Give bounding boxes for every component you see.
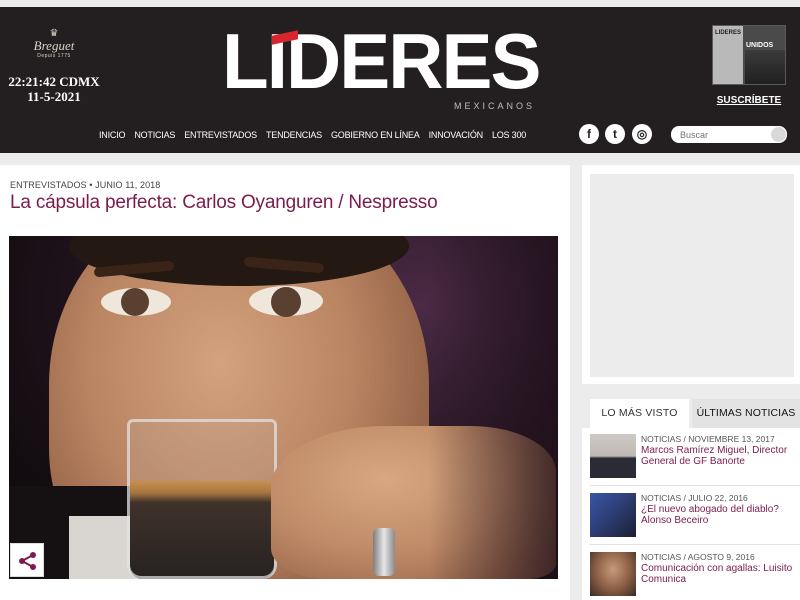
item-divider: [590, 485, 800, 486]
ad-box: [582, 165, 800, 384]
item-title[interactable]: ¿El nuevo abogado del diablo? Alonso Bec…: [641, 504, 800, 526]
nav-item-gobierno[interactable]: GOBIERNO EN LÍNEA: [331, 128, 420, 142]
article-main: ENTREVISTADOS • JUNIO 11, 2018 La cápsul…: [0, 165, 570, 600]
logo-text: LIDERES: [222, 17, 542, 105]
breguet-sub: Depuis 1775: [37, 53, 71, 59]
article-title: La cápsula perfecta: Carlos Oyanguren / …: [10, 192, 438, 213]
magazine-cover[interactable]: LIDERES UNIDOS: [712, 25, 786, 85]
breguet-logo[interactable]: ♛ Breguet Depuis 1775: [22, 29, 86, 69]
search-input[interactable]: [671, 126, 787, 143]
item-divider: [590, 544, 800, 545]
subscribe-link[interactable]: SUSCRÍBETE: [712, 95, 786, 106]
cover-figures: [745, 50, 785, 84]
clock-time: 22:21:42 CDMX: [8, 74, 100, 89]
photo-glass: [127, 419, 277, 579]
item-meta: NOTICIAS / NOVIEMBRE 13, 2017: [641, 434, 775, 444]
article-date: JUNIO 11, 2018: [95, 180, 161, 190]
article-category[interactable]: ENTREVISTADOS: [10, 180, 87, 190]
item-meta: NOTICIAS / AGOSTO 9, 2016: [641, 552, 755, 562]
search-button[interactable]: [771, 127, 786, 142]
list-item[interactable]: NOTICIAS / NOVIEMBRE 13, 2017 Marcos Ram…: [590, 430, 800, 486]
photo-iris-right: [271, 287, 301, 317]
item-thumbnail[interactable]: [590, 552, 636, 596]
item-thumbnail[interactable]: [590, 434, 636, 478]
nav-item-entrevistados[interactable]: ENTREVISTADOS: [184, 128, 257, 142]
article-photo: [9, 236, 558, 579]
logo-subtitle: MEXICANOS: [454, 101, 536, 111]
popular-widget: LO MÁS VISTO ÚLTIMAS NOTICIAS NOTICIAS /…: [582, 398, 800, 600]
top-strip: [0, 0, 800, 7]
cover-title-2: UNIDOS: [746, 42, 774, 49]
breguet-name: Breguet: [33, 38, 75, 53]
facebook-icon[interactable]: f: [579, 124, 599, 144]
tab-ultimas-noticias[interactable]: ÚLTIMAS NOTICIAS: [692, 399, 800, 428]
item-title[interactable]: Marcos Ramírez Miguel, Director General …: [641, 445, 800, 467]
widget-tabs: LO MÁS VISTO ÚLTIMAS NOTICIAS: [582, 398, 800, 428]
main-nav: INICIO NOTICIAS ENTREVISTADOS TENDENCIAS…: [99, 128, 526, 142]
site-header: ♛ Breguet Depuis 1775 22:21:42 CDMX 11-5…: [0, 7, 800, 153]
nav-item-innovacion[interactable]: INNOVACIÓN: [429, 128, 484, 142]
tab-lo-mas-visto[interactable]: LO MÁS VISTO: [590, 399, 689, 428]
share-button[interactable]: [10, 543, 44, 577]
clock: 22:21:42 CDMX 11-5-2021: [8, 74, 100, 104]
ad-placeholder[interactable]: [590, 174, 794, 377]
nav-item-inicio[interactable]: INICIO: [99, 128, 126, 142]
item-thumbnail[interactable]: [590, 493, 636, 537]
item-meta: NOTICIAS / JULIO 22, 2016: [641, 493, 748, 503]
list-item[interactable]: NOTICIAS / AGOSTO 9, 2016 Comunicación c…: [590, 548, 800, 600]
share-icon: [19, 552, 36, 570]
twitter-icon[interactable]: t: [605, 124, 625, 144]
clock-date: 11-5-2021: [27, 89, 81, 104]
item-title[interactable]: Comunicación con agallas: Luisito Comuni…: [641, 563, 800, 585]
article-meta: ENTREVISTADOS • JUNIO 11, 2018: [10, 180, 160, 190]
site-logo[interactable]: LIDERES MEXICANOS: [222, 19, 582, 114]
nav-item-los-300[interactable]: LOS 300: [492, 128, 526, 142]
photo-shadow: [429, 236, 558, 579]
photo-iris-left: [121, 288, 149, 316]
list-item[interactable]: NOTICIAS / JULIO 22, 2016 ¿El nuevo abog…: [590, 489, 800, 545]
cover-title: LIDERES: [715, 30, 742, 36]
photo-ring: [373, 528, 395, 576]
nav-item-tendencias[interactable]: TENDENCIAS: [266, 128, 322, 142]
nav-item-noticias[interactable]: NOTICIAS: [134, 128, 175, 142]
instagram-icon[interactable]: ◎: [632, 124, 652, 144]
